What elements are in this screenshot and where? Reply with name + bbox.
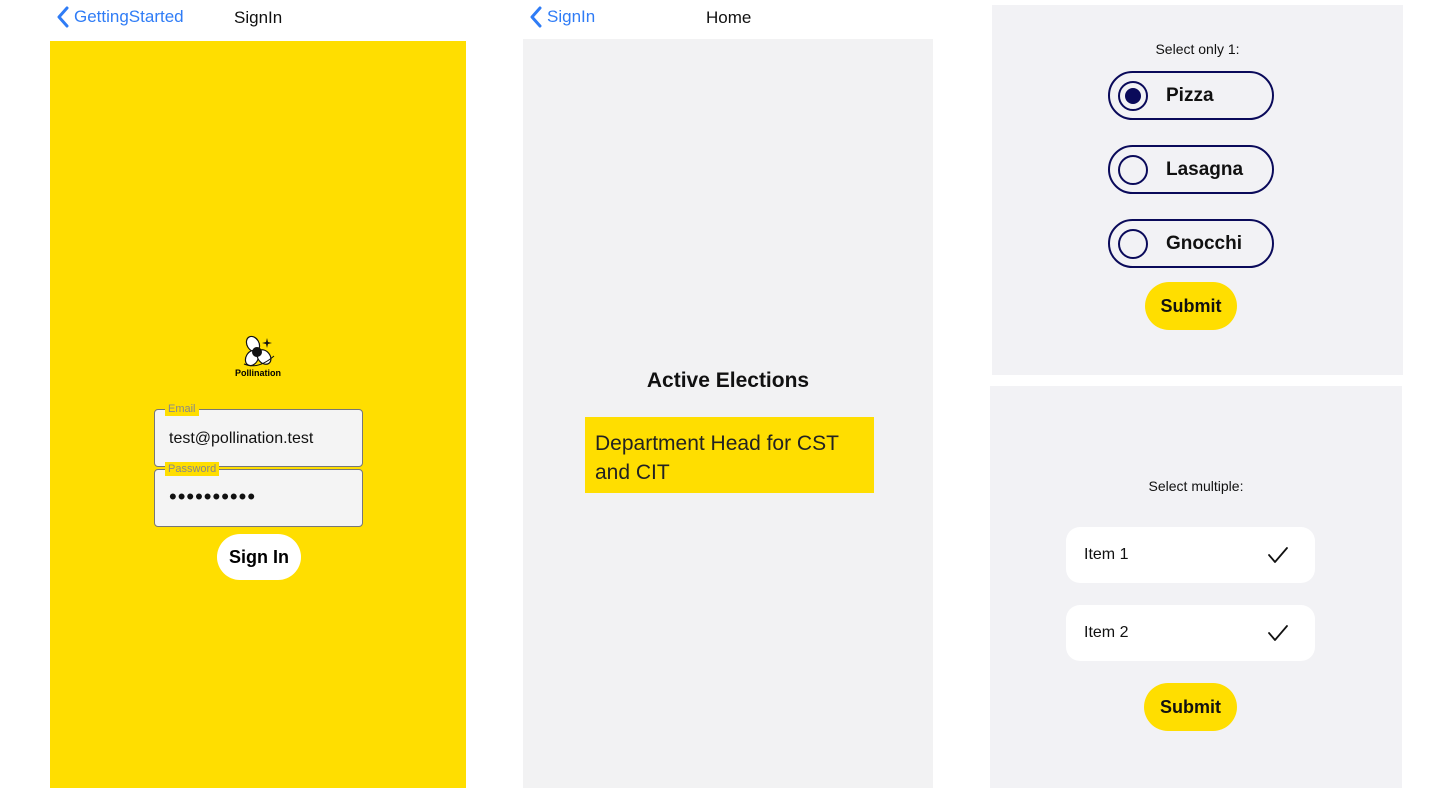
- password-value[interactable]: ••••••••••: [169, 484, 354, 510]
- checkmark-icon: [1268, 547, 1288, 563]
- password-label: Password: [165, 462, 220, 476]
- chevron-left-icon: [530, 6, 542, 28]
- active-elections-heading: Active Elections: [646, 369, 810, 392]
- flower-logo-icon: [243, 335, 275, 367]
- home-screen: Active Elections Department Head for CST…: [523, 39, 933, 788]
- radio-unselected-icon: [1118, 229, 1148, 259]
- check-item-label: Item 1: [1084, 546, 1129, 563]
- radio-label: Gnocchi: [1166, 233, 1243, 254]
- back-label: GettingStarted: [74, 7, 184, 26]
- chevron-left-icon: [57, 6, 69, 28]
- check-item-1[interactable]: Item 1: [1066, 527, 1315, 583]
- email-field[interactable]: Email test@pollination.test: [154, 402, 363, 467]
- sign-in-button[interactable]: Sign In: [217, 534, 301, 580]
- home-navbar: SignIn Home: [523, 0, 933, 38]
- nav-title: Home: [706, 8, 752, 27]
- radio-unselected-icon: [1118, 155, 1148, 185]
- logo-text: Pollination: [235, 368, 281, 378]
- nav-title: SignIn: [234, 8, 283, 27]
- radio-label: Pizza: [1166, 85, 1214, 106]
- back-button-getting-started[interactable]: GettingStarted: [56, 6, 184, 28]
- single-select-screen: Select only 1: Pizza Lasagna Gnocchi Sub…: [992, 5, 1403, 375]
- checkmark-icon: [1268, 625, 1288, 641]
- single-select-prompt: Select only 1:: [1155, 41, 1240, 57]
- election-card[interactable]: Department Head for CST and CIT: [585, 417, 874, 493]
- radio-label: Lasagna: [1166, 159, 1244, 180]
- pollination-logo: Pollination: [232, 334, 284, 382]
- check-item-label: Item 2: [1084, 624, 1129, 641]
- email-label: Email: [165, 402, 199, 416]
- multi-select-screen: Select multiple: Item 1 Item 2 Submit: [990, 386, 1402, 788]
- multi-select-submit-button[interactable]: Submit: [1144, 683, 1237, 731]
- single-select-submit-button[interactable]: Submit: [1145, 282, 1237, 330]
- signin-screen: Pollination Email test@pollination.test …: [50, 41, 466, 788]
- signin-navbar: GettingStarted SignIn: [50, 0, 466, 38]
- radio-option-gnocchi[interactable]: Gnocchi: [1108, 219, 1274, 268]
- password-field[interactable]: Password ••••••••••: [154, 462, 363, 527]
- check-item-2[interactable]: Item 2: [1066, 605, 1315, 661]
- radio-selected-icon: [1118, 81, 1148, 111]
- back-label: SignIn: [547, 7, 596, 26]
- radio-option-pizza[interactable]: Pizza: [1108, 71, 1274, 120]
- multi-select-prompt: Select multiple:: [1148, 478, 1244, 494]
- back-button-signin[interactable]: SignIn: [529, 6, 595, 28]
- radio-option-lasagna[interactable]: Lasagna: [1108, 145, 1274, 194]
- email-value[interactable]: test@pollination.test: [169, 430, 354, 448]
